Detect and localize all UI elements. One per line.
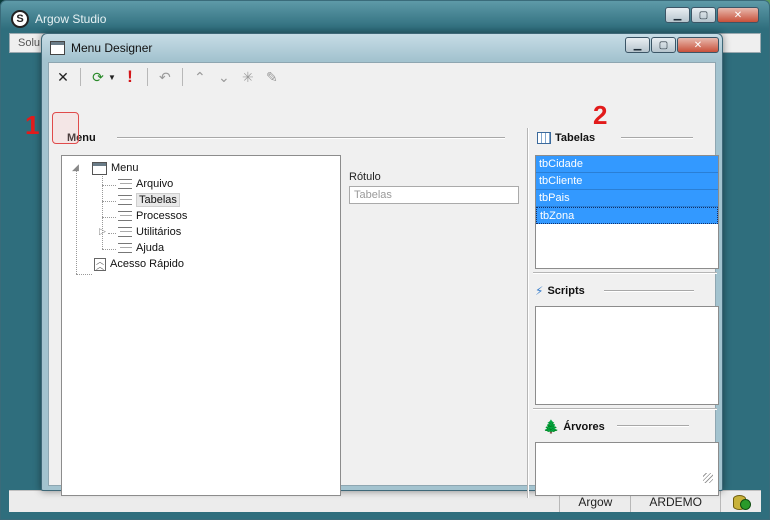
fast-access-icon: ︿ ︿ xyxy=(94,256,106,271)
tree-connector xyxy=(102,217,116,218)
annotation-number-1: 1 xyxy=(25,110,40,140)
designer-titlebar: Menu Designer xyxy=(50,39,152,57)
menu-item-icon xyxy=(118,195,132,205)
move-down-icon[interactable]: ⌄ xyxy=(214,67,234,87)
status-db-icon-cell xyxy=(720,491,761,512)
designer-close-button[interactable]: ✕ xyxy=(677,37,719,53)
column-separator xyxy=(527,128,529,498)
designer-title: Menu Designer xyxy=(71,41,153,55)
remove-node-icon[interactable]: ✎ xyxy=(262,67,282,87)
list-item-tbcidade[interactable]: tbCidade xyxy=(536,156,718,173)
argow-logo-icon: S xyxy=(11,10,29,28)
outer-maximize-button[interactable]: ▢ xyxy=(691,7,716,23)
menu-item-icon xyxy=(118,243,132,253)
menu-group-line xyxy=(117,137,505,139)
section-separator xyxy=(533,272,717,274)
menubar-partial-text[interactable]: Solu xyxy=(18,37,40,49)
script-bolt-icon: ⚡ xyxy=(535,284,544,298)
outer-close-button[interactable]: ✕ xyxy=(717,7,759,23)
database-connect-icon[interactable] xyxy=(733,494,751,510)
list-item-tbcliente[interactable]: tbCliente xyxy=(536,173,718,190)
menu-tree[interactable]: ◢ Menu Arquivo Tabelas Processos ▷ Utili… xyxy=(61,155,341,496)
list-item-tbzona[interactable]: tbZona xyxy=(536,207,718,224)
designer-body: ✕ ⟳ ▼ ! ↶ ⌃ ⌄ ✳ ✎ Menu ◢ Menu Arquivo Ta… xyxy=(48,62,719,498)
outer-minimize-button[interactable]: ▁ xyxy=(665,7,690,23)
undo-icon[interactable]: ↶ xyxy=(155,67,175,87)
tree-connector xyxy=(102,249,116,250)
outer-titlebar: S Argow Studio xyxy=(11,9,106,29)
designer-toolbar: ✕ ⟳ ▼ ! ↶ ⌃ ⌄ ✳ ✎ xyxy=(53,66,282,88)
scripts-group-line xyxy=(604,290,694,292)
tree-icon: 🌲 xyxy=(543,419,560,434)
tabelas-group-line xyxy=(621,137,693,139)
annotation-number-2: 2 xyxy=(593,100,608,130)
menu-item-icon xyxy=(118,179,132,189)
delete-icon[interactable]: ✕ xyxy=(53,67,73,87)
toolbar-separator xyxy=(181,68,183,86)
tree-connector xyxy=(76,168,77,274)
tree-node-processos[interactable]: Processos xyxy=(118,208,187,224)
menu-item-icon xyxy=(118,227,132,237)
tree-expand-icon[interactable]: ▷ xyxy=(99,226,106,237)
app-title: Argow Studio xyxy=(35,12,107,26)
resize-grip[interactable] xyxy=(703,473,713,483)
menu-root-icon xyxy=(92,161,107,175)
arvores-list[interactable] xyxy=(535,442,719,496)
arvores-group-line xyxy=(617,425,689,427)
tree-node-acesso-rapido[interactable]: ︿ ︿ Acesso Rápido xyxy=(94,256,184,272)
refresh-icon[interactable]: ⟳ xyxy=(88,67,108,87)
menu-designer-icon xyxy=(50,41,65,55)
outer-caption-buttons: ▁ ▢ ✕ xyxy=(665,7,759,23)
annotation-highlight-box xyxy=(52,112,79,144)
arvores-group-label: 🌲 Árvores xyxy=(543,419,605,434)
menu-designer-window: Menu Designer ▁ ▢ ✕ ✕ ⟳ ▼ ! ↶ ⌃ ⌄ ✳ ✎ Me… xyxy=(41,33,723,498)
refresh-dropdown-icon[interactable]: ▼ xyxy=(108,73,116,82)
tree-connector xyxy=(76,274,92,275)
tabelas-group-label: Tabelas xyxy=(537,132,595,144)
designer-caption-buttons: ▁ ▢ ✕ xyxy=(625,37,719,53)
toolbar-separator xyxy=(146,68,148,86)
tree-connector xyxy=(102,201,116,202)
tree-node-ajuda[interactable]: Ajuda xyxy=(118,240,164,256)
exclamation-icon[interactable]: ! xyxy=(120,67,140,87)
tree-node-arquivo[interactable]: Arquivo xyxy=(118,176,173,192)
tree-node-utilitarios[interactable]: Utilitários xyxy=(118,224,181,240)
designer-minimize-button[interactable]: ▁ xyxy=(625,37,650,53)
table-icon xyxy=(537,132,551,144)
tree-connector xyxy=(102,185,116,186)
menu-item-icon xyxy=(118,211,132,221)
section-separator xyxy=(533,408,717,410)
tree-connector xyxy=(108,233,116,234)
list-item-tbpais[interactable]: tbPais xyxy=(536,190,718,207)
tabelas-list[interactable]: tbCidade tbCliente tbPais tbZona xyxy=(535,155,719,269)
add-node-icon[interactable]: ✳ xyxy=(238,67,258,87)
scripts-group-label: ⚡ Scripts xyxy=(535,284,585,298)
rotulo-label: Rótulo xyxy=(349,171,381,183)
toolbar-separator xyxy=(80,68,81,86)
tree-node-root[interactable]: Menu xyxy=(92,160,139,176)
scripts-list[interactable] xyxy=(535,306,719,405)
designer-maximize-button[interactable]: ▢ xyxy=(651,37,676,53)
rotulo-input[interactable] xyxy=(349,186,519,204)
tree-collapse-icon[interactable]: ◢ xyxy=(72,162,79,173)
tree-node-tabelas[interactable]: Tabelas xyxy=(118,192,180,208)
tree-connector xyxy=(102,176,103,249)
move-up-icon[interactable]: ⌃ xyxy=(190,67,210,87)
